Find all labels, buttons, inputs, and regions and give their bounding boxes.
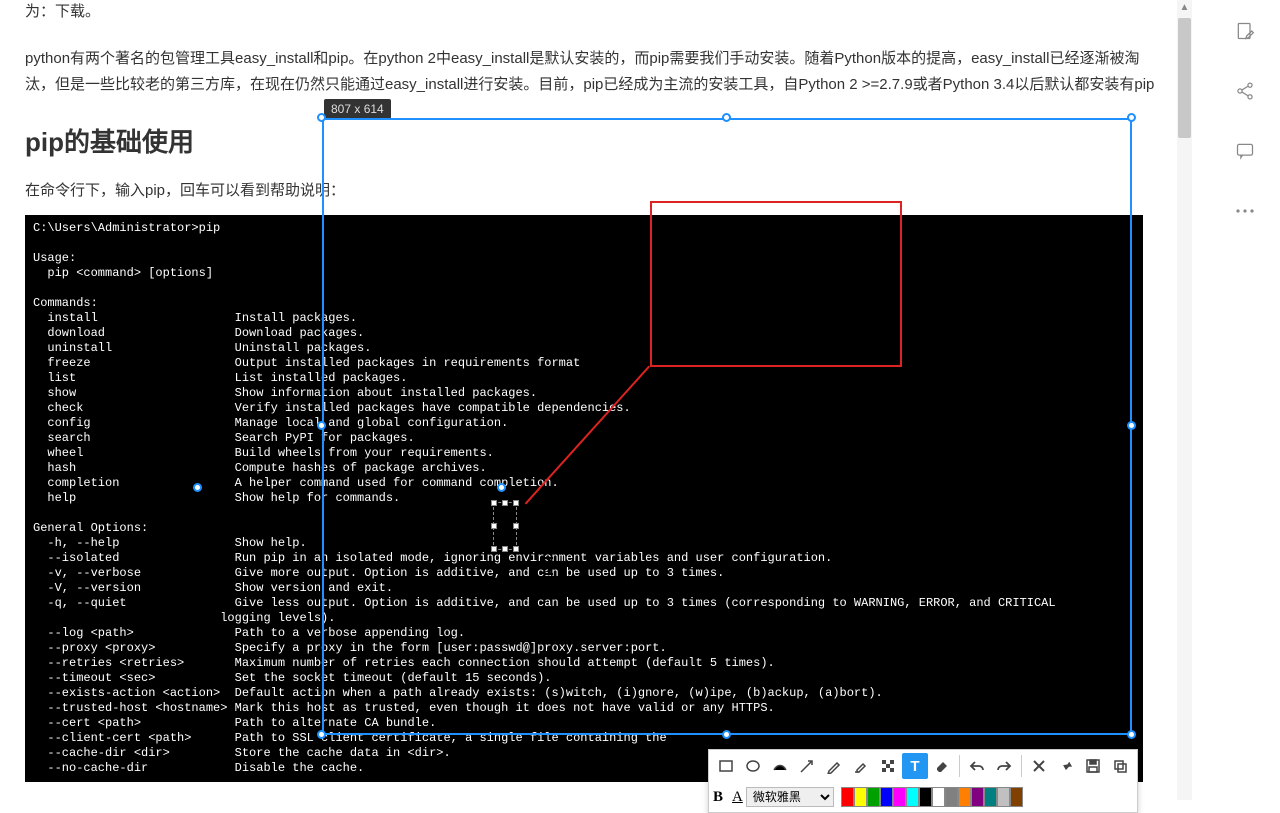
more-icon[interactable] bbox=[1234, 200, 1256, 222]
bold-toggle[interactable]: B bbox=[713, 789, 723, 806]
line-tool-icon[interactable] bbox=[767, 753, 793, 779]
text-annotation-box[interactable] bbox=[493, 502, 517, 550]
annotation-rectangle[interactable] bbox=[650, 201, 902, 367]
vertical-scrollbar[interactable]: ▲ bbox=[1177, 0, 1192, 800]
text-tool-icon[interactable]: T bbox=[902, 753, 928, 779]
arrow-tool-icon[interactable] bbox=[794, 753, 820, 779]
redo-icon[interactable] bbox=[991, 753, 1017, 779]
selection-handle-br[interactable] bbox=[1127, 730, 1136, 739]
side-toolbar bbox=[1210, 0, 1280, 800]
undo-icon[interactable] bbox=[964, 753, 990, 779]
color-swatch[interactable] bbox=[919, 787, 932, 807]
share-icon[interactable] bbox=[1234, 80, 1256, 102]
color-swatch[interactable] bbox=[1010, 787, 1023, 807]
font-color-icon[interactable]: A bbox=[732, 789, 743, 806]
color-swatch[interactable] bbox=[906, 787, 919, 807]
color-swatch[interactable] bbox=[867, 787, 880, 807]
selection-handle-tr[interactable] bbox=[1127, 113, 1136, 122]
intro-paragraph: python有两个著名的包管理工具easy_install和pip。在pytho… bbox=[25, 46, 1165, 97]
color-swatch[interactable] bbox=[932, 787, 945, 807]
color-swatch[interactable] bbox=[945, 787, 958, 807]
selection-handle-tm[interactable] bbox=[722, 113, 731, 122]
pen-tool-icon[interactable] bbox=[821, 753, 847, 779]
color-swatch[interactable] bbox=[971, 787, 984, 807]
color-swatch[interactable] bbox=[880, 787, 893, 807]
close-icon[interactable] bbox=[1026, 753, 1052, 779]
selection-handle-tl[interactable] bbox=[317, 113, 326, 122]
color-swatch[interactable] bbox=[958, 787, 971, 807]
scrollbar-thumb[interactable] bbox=[1178, 18, 1191, 138]
ellipse-tool-icon[interactable] bbox=[740, 753, 766, 779]
color-swatch[interactable] bbox=[854, 787, 867, 807]
text-cursor-icon bbox=[548, 557, 550, 575]
eraser-tool-icon[interactable] bbox=[929, 753, 955, 779]
font-family-select[interactable]: 微软雅黑 bbox=[746, 787, 834, 807]
color-swatch[interactable] bbox=[893, 787, 906, 807]
copy-icon[interactable] bbox=[1107, 753, 1133, 779]
highlighter-tool-icon[interactable] bbox=[848, 753, 874, 779]
selection-handle-bm[interactable] bbox=[722, 730, 731, 739]
color-palette bbox=[841, 787, 1023, 807]
selection-handle-mr[interactable] bbox=[1127, 421, 1136, 430]
truncated-text: 为：下载。 bbox=[25, 0, 1165, 21]
mosaic-tool-icon[interactable] bbox=[875, 753, 901, 779]
selection-size-label: 807 x 614 bbox=[324, 99, 391, 119]
pin-icon[interactable] bbox=[1053, 753, 1079, 779]
scroll-up-icon[interactable]: ▲ bbox=[1177, 0, 1192, 15]
line-handle-b[interactable] bbox=[193, 483, 202, 492]
annotation-toolbar: T B A 微软雅黑 bbox=[708, 749, 1138, 813]
save-icon[interactable] bbox=[1080, 753, 1106, 779]
color-swatch[interactable] bbox=[984, 787, 997, 807]
color-swatch[interactable] bbox=[997, 787, 1010, 807]
line-handle-a[interactable] bbox=[497, 483, 506, 492]
selection-handle-ml[interactable] bbox=[317, 421, 326, 430]
edit-icon[interactable] bbox=[1234, 20, 1256, 42]
selection-handle-bl[interactable] bbox=[317, 730, 326, 739]
comment-icon[interactable] bbox=[1234, 140, 1256, 162]
rect-tool-icon[interactable] bbox=[713, 753, 739, 779]
color-swatch[interactable] bbox=[841, 787, 854, 807]
